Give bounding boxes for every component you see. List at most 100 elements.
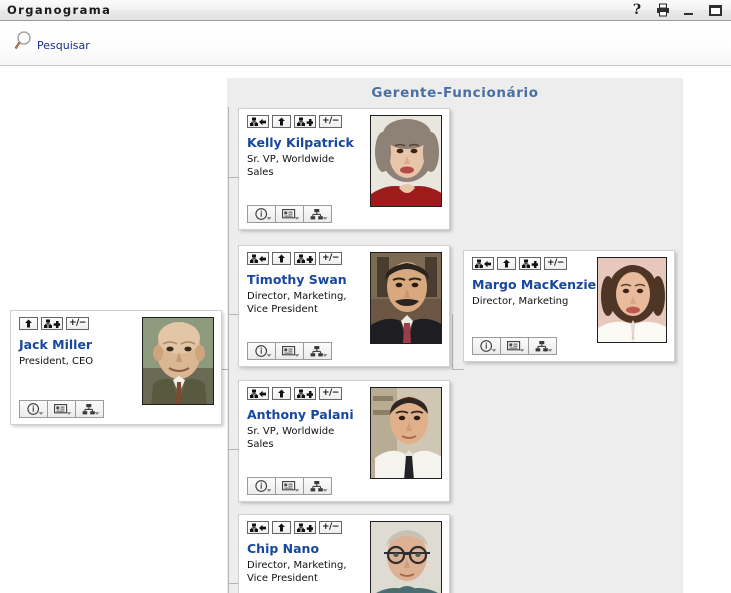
employee-name: Jack Miller <box>19 337 93 352</box>
details-card-button[interactable] <box>47 400 76 418</box>
info-button[interactable] <box>247 205 276 223</box>
add-node-button[interactable] <box>294 252 316 265</box>
plus-minus-icon: +/− <box>322 388 339 398</box>
minimize-button[interactable] <box>682 3 696 17</box>
card-body: +/− Chip Nano Director, Marketing, Vice … <box>247 521 442 593</box>
card-inner: +/− Jack Miller President, CEO <box>11 311 221 424</box>
org-node-card[interactable]: +/− Anthony Palani Sr. VP, Worldwide Sal… <box>238 380 450 502</box>
plus-minus-icon: +/− <box>322 116 339 126</box>
card-bottom-button-row <box>247 468 364 495</box>
show-subordinates-button[interactable] <box>472 257 494 270</box>
move-up-button[interactable] <box>19 317 38 330</box>
card-right <box>597 257 667 343</box>
expand-collapse-button[interactable]: +/− <box>319 252 342 265</box>
window-titlebar: Organograma ? <box>0 0 731 21</box>
show-subordinates-button[interactable] <box>247 521 269 534</box>
add-node-button[interactable] <box>294 115 316 128</box>
plus-minus-icon: +/− <box>69 318 86 328</box>
employee-title: Director, Marketing, Vice President <box>247 560 347 584</box>
move-up-button[interactable] <box>272 252 291 265</box>
maximize-icon <box>708 4 722 16</box>
move-up-button[interactable] <box>272 115 291 128</box>
hierarchy-button[interactable] <box>303 477 332 495</box>
dropdown-caret-icon <box>519 349 525 352</box>
photo-anthony-palani <box>370 387 442 479</box>
plus-minus-icon: +/− <box>322 522 339 532</box>
details-card-button[interactable] <box>500 337 529 355</box>
dropdown-caret-icon <box>266 489 272 492</box>
photo-jack-miller <box>142 317 214 405</box>
add-node-button[interactable] <box>519 257 541 270</box>
hierarchy-button[interactable] <box>303 205 332 223</box>
show-subordinates-button[interactable] <box>247 115 269 128</box>
card-top-button-row: +/− <box>19 317 136 330</box>
dropdown-caret-icon <box>94 412 100 415</box>
show-subordinates-button[interactable] <box>247 387 269 400</box>
card-body: +/− Jack Miller President, CEO <box>19 317 214 418</box>
info-button[interactable] <box>19 400 48 418</box>
card-bottom-button-row <box>472 328 591 355</box>
card-inner: +/− Timothy Swan Director, Marketing, Vi… <box>239 246 449 366</box>
dropdown-caret-icon <box>66 412 72 415</box>
move-up-button[interactable] <box>497 257 516 270</box>
expand-collapse-button[interactable]: +/− <box>66 317 89 330</box>
card-top-button-row: +/− <box>247 252 364 265</box>
expand-collapse-button[interactable]: +/− <box>544 257 567 270</box>
org-node-card[interactable]: +/− Kelly Kilpatrick Sr. VP, Worldwide S… <box>238 108 450 230</box>
card-top-button-row: +/− <box>247 115 364 128</box>
search-link[interactable]: Pesquisar <box>14 30 90 54</box>
card-top-button-row: +/− <box>247 521 364 534</box>
hierarchy-button[interactable] <box>528 337 557 355</box>
details-card-button[interactable] <box>275 342 304 360</box>
details-card-button[interactable] <box>275 205 304 223</box>
printer-icon <box>656 3 670 17</box>
expand-collapse-button[interactable]: +/− <box>319 521 342 534</box>
card-bottom-button-row <box>19 391 136 418</box>
dropdown-caret-icon <box>491 349 497 352</box>
search-toolbar: Pesquisar <box>0 22 731 66</box>
maximize-button[interactable] <box>708 3 722 17</box>
card-left: +/− Margo MacKenzie Director, Marketing <box>472 257 596 355</box>
employee-title: Director, Marketing, Vice President <box>247 291 347 315</box>
expand-collapse-button[interactable]: +/− <box>319 387 342 400</box>
connector-margo-vertical <box>452 314 453 369</box>
dropdown-caret-icon <box>547 349 553 352</box>
employee-title: Sr. VP, Worldwide Sales <box>247 154 335 178</box>
org-node-card[interactable]: +/− Jack Miller President, CEO <box>10 310 222 425</box>
card-top-button-row: +/− <box>472 257 591 270</box>
dropdown-caret-icon <box>322 354 328 357</box>
card-right <box>370 387 442 479</box>
dropdown-caret-icon <box>266 354 272 357</box>
hierarchy-button[interactable] <box>75 400 104 418</box>
org-node-card[interactable]: +/− Timothy Swan Director, Marketing, Vi… <box>238 245 450 367</box>
hierarchy-button[interactable] <box>303 342 332 360</box>
dropdown-caret-icon <box>294 489 300 492</box>
print-button[interactable] <box>656 3 670 17</box>
employee-name: Anthony Palani <box>247 407 354 422</box>
org-node-card[interactable]: +/− Chip Nano Director, Marketing, Vice … <box>238 514 450 593</box>
org-node-card[interactable]: +/− Margo MacKenzie Director, Marketing <box>463 250 675 362</box>
card-right <box>142 317 214 405</box>
employee-name: Timothy Swan <box>247 272 347 287</box>
dropdown-caret-icon <box>294 354 300 357</box>
card-top-button-row: +/− <box>247 387 364 400</box>
add-node-button[interactable] <box>294 521 316 534</box>
photo-timothy-swan <box>370 252 442 344</box>
add-node-button[interactable] <box>294 387 316 400</box>
card-inner: +/− Margo MacKenzie Director, Marketing <box>464 251 674 361</box>
move-up-button[interactable] <box>272 387 291 400</box>
expand-collapse-button[interactable]: +/− <box>319 115 342 128</box>
info-button[interactable] <box>247 477 276 495</box>
show-subordinates-button[interactable] <box>247 252 269 265</box>
move-up-button[interactable] <box>272 521 291 534</box>
connector-to-margo <box>452 369 464 370</box>
info-button[interactable] <box>247 342 276 360</box>
details-card-button[interactable] <box>275 477 304 495</box>
card-bottom-button-row <box>247 196 364 223</box>
dropdown-caret-icon <box>322 489 328 492</box>
add-node-button[interactable] <box>41 317 63 330</box>
help-button[interactable]: ? <box>630 3 644 17</box>
search-label: Pesquisar <box>37 39 90 52</box>
card-bottom-button-row <box>247 333 364 360</box>
info-button[interactable] <box>472 337 501 355</box>
